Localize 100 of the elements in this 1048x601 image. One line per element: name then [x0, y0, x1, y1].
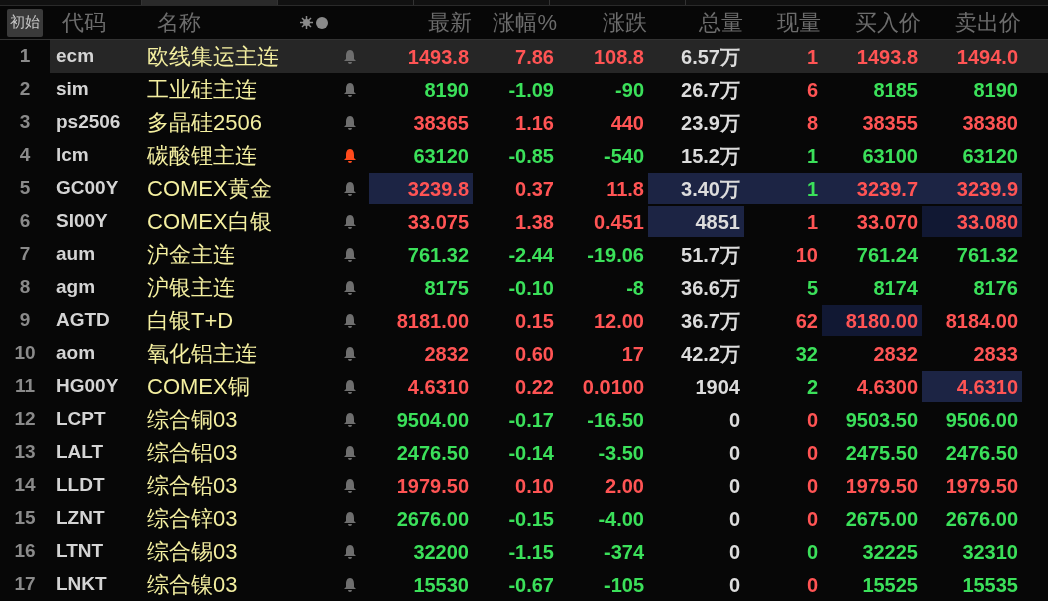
price-value: 6.57万 [681, 44, 740, 70]
contract-code: LZNT [55, 506, 106, 531]
price-value: 23.9万 [681, 110, 740, 136]
contract-code: aum [55, 242, 97, 267]
row-number: 5 [18, 176, 32, 201]
row-number: 15 [13, 506, 37, 531]
column-header[interactable]: 现量 [747, 6, 825, 39]
price-value: 0 [806, 440, 818, 466]
bell-icon[interactable] [343, 279, 357, 296]
price-value: 0 [728, 506, 740, 532]
bell-icon[interactable] [343, 180, 357, 197]
price-value: 2832 [424, 341, 469, 367]
contract-code: GC00Y [55, 176, 120, 201]
column-header[interactable]: 买入价 [825, 6, 925, 39]
row-number: 6 [18, 209, 32, 234]
price-value: 1 [806, 44, 818, 70]
price-value: -374 [603, 539, 644, 565]
bell-icon[interactable] [343, 81, 357, 98]
quote-row[interactable]: ecm 欧线集运主连 1493.8 7.86 108.8 6.57万 1 1493.8 1494.0 [50, 40, 1048, 73]
quote-row[interactable]: LLDT 综合铅03 1979.50 0.10 2.00 0 0 1979.50 1979.50 [50, 469, 1048, 502]
price-value: 1 [806, 209, 818, 235]
bell-icon[interactable] [343, 411, 357, 428]
contract-code: HG00Y [55, 374, 120, 399]
quote-row[interactable]: lcm 碳酸锂主连 63120 -0.85 -540 15.2万 1 63100 63120 [50, 139, 1048, 172]
price-value: 8190 [424, 77, 469, 103]
bell-icon[interactable] [343, 543, 357, 560]
price-value: 15525 [862, 572, 918, 598]
column-header[interactable]: 最新 [372, 6, 476, 39]
quote-row[interactable]: aom 氧化铝主连 2832 0.60 17 42.2万 32 2832 2833 [50, 337, 1048, 370]
column-header[interactable]: 卖出价 [925, 6, 1025, 39]
price-value: -19.06 [587, 242, 644, 268]
bell-icon[interactable] [343, 213, 357, 230]
row-number: 1 [18, 44, 32, 69]
quote-row[interactable]: ps2506 多晶硅2506 38365 1.16 440 23.9万 8 38355 38380 [50, 106, 1048, 139]
dot-icon[interactable] [316, 16, 328, 29]
price-value: 1979.50 [945, 473, 1018, 499]
price-value: 3239.7 [856, 176, 918, 202]
quote-row[interactable]: sim 工业硅主连 8190 -1.09 -90 26.7万 6 8185 8190 [50, 73, 1048, 106]
column-header[interactable]: 涨跌 [561, 6, 651, 39]
price-value: 1 [806, 143, 818, 169]
contract-name: 沪金主连 [147, 241, 236, 269]
quote-row[interactable]: GC00Y COMEX黄金 3239.8 0.37 11.8 3.40万 1 3239.7 3239.9 [50, 172, 1048, 205]
contract-code: LNKT [55, 572, 108, 597]
price-value: 36.6万 [681, 275, 740, 301]
column-header[interactable]: 名称 [154, 6, 300, 39]
column-header[interactable]: 代码 [50, 6, 154, 39]
bell-icon[interactable] [343, 378, 357, 395]
quote-row[interactable]: AGTD 白银T+D 8181.00 0.15 12.00 36.7万 62 8180.00 8184.00 [50, 304, 1048, 337]
quote-row[interactable]: LALT 综合铝03 2476.50 -0.14 -3.50 0 0 2475.50 2476.50 [50, 436, 1048, 469]
quote-row[interactable]: LZNT 综合锌03 2676.00 -0.15 -4.00 0 0 2675.00 2676.00 [50, 502, 1048, 535]
bell-icon[interactable] [343, 147, 357, 164]
price-value: 6 [806, 77, 818, 103]
bell-icon[interactable] [343, 510, 357, 527]
contract-code: SI00Y [55, 209, 109, 234]
price-value: -0.10 [508, 275, 554, 301]
quote-row[interactable]: LCPT 综合铜03 9504.00 -0.17 -16.50 0 0 9503.50 9506.00 [50, 403, 1048, 436]
row-number: 10 [13, 341, 37, 366]
price-value: 761.32 [956, 242, 1018, 268]
contract-name: 综合锡03 [147, 538, 239, 566]
quote-row[interactable]: LTNT 综合锡03 32200 -1.15 -374 0 0 32225 32310 [50, 535, 1048, 568]
price-value: -16.50 [587, 407, 644, 433]
price-value: 5 [806, 275, 818, 301]
price-value: -0.14 [508, 440, 554, 466]
price-value: -1.09 [508, 77, 554, 103]
quote-row[interactable]: LNKT 综合镍03 15530 -0.67 -105 0 0 15525 15535 [50, 568, 1048, 601]
quote-row[interactable]: agm 沪银主连 8175 -0.10 -8 36.6万 5 8174 8176 [50, 271, 1048, 304]
contract-name: 白银T+D [147, 307, 235, 335]
contract-code: LALT [55, 440, 105, 465]
contract-name: COMEX铜 [147, 373, 251, 401]
reset-button[interactable]: 初始 [7, 8, 43, 37]
price-value: 3239.8 [407, 176, 469, 202]
price-value: 2.00 [605, 473, 644, 499]
quote-row[interactable]: aum 沪金主连 761.32 -2.44 -19.06 51.7万 10 761.24 761.32 [50, 238, 1048, 271]
price-value: 0.451 [593, 209, 644, 235]
price-value: 2 [806, 374, 818, 400]
price-value: 63120 [962, 143, 1018, 169]
quote-row[interactable]: HG00Y COMEX铜 4.6310 0.22 0.0100 1904 2 4.6300 4.6310 [50, 370, 1048, 403]
price-value: 0 [806, 407, 818, 433]
bell-icon[interactable] [343, 576, 357, 593]
price-value: 1904 [695, 374, 740, 400]
bell-icon[interactable] [343, 477, 357, 494]
row-number: 14 [13, 473, 37, 498]
bell-icon[interactable] [343, 312, 357, 329]
price-value: 7.86 [515, 44, 554, 70]
price-value: 9504.00 [396, 407, 469, 433]
price-value: 32310 [962, 539, 1018, 565]
price-value: 33.080 [956, 209, 1018, 235]
column-header[interactable]: 总量 [651, 6, 747, 39]
bell-icon[interactable] [343, 48, 357, 65]
price-value: 8180.00 [845, 308, 918, 334]
price-value: 9503.50 [845, 407, 918, 433]
sun-icon[interactable] [300, 16, 313, 29]
quote-row[interactable]: SI00Y COMEX白银 33.075 1.38 0.451 4851 1 33.070 33.080 [50, 205, 1048, 238]
bell-icon[interactable] [343, 345, 357, 362]
bell-icon[interactable] [343, 114, 357, 131]
price-value: 0 [806, 473, 818, 499]
price-value: 0.10 [515, 473, 554, 499]
bell-icon[interactable] [343, 444, 357, 461]
bell-icon[interactable] [343, 246, 357, 263]
column-header[interactable]: 涨幅% [476, 6, 561, 39]
